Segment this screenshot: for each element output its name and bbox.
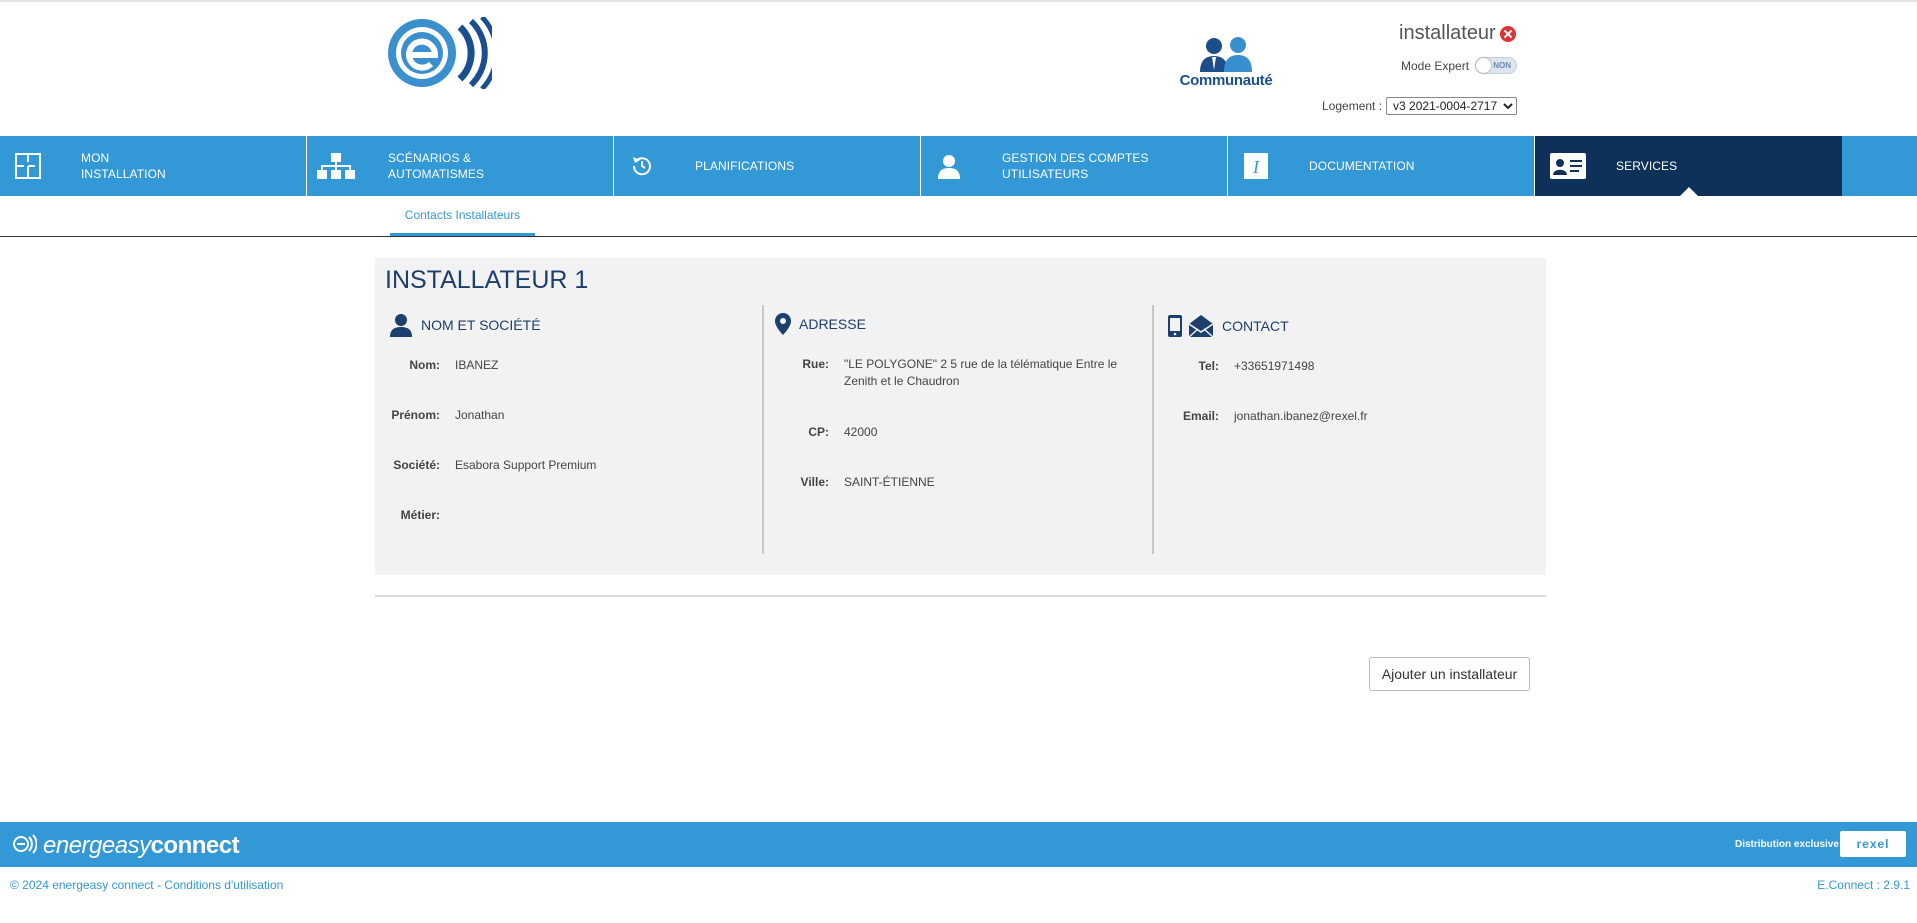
contact-section: CONTACT Tel: +33651971498 Email: jonatha…: [1154, 305, 1546, 554]
version-label: E.Connect : 2.9.1: [1817, 878, 1910, 892]
nom-value: IBANEZ: [455, 358, 499, 372]
history-icon: [628, 152, 656, 180]
rue-label: Rue:: [802, 357, 829, 371]
metier-label: Métier:: [400, 508, 440, 522]
field-ville: Ville: SAINT-ÉTIENNE: [764, 474, 935, 491]
ville-label: Ville:: [800, 475, 829, 489]
nav-label: DOCUMENTATION: [1309, 159, 1415, 173]
rue-value: "LE POLYGONE" 2 5 rue de la télématique …: [844, 357, 1118, 388]
field-metier: Métier:: [389, 507, 455, 524]
prenom-value: Jonathan: [455, 408, 505, 422]
field-cp: CP: 42000: [764, 424, 877, 441]
copyright-link[interactable]: © 2024 energeasy connect - Conditions d'…: [10, 878, 283, 892]
field-nom: Nom: IBANEZ: [389, 357, 498, 374]
info-icon: i: [1242, 152, 1270, 180]
field-email: Email: jonathan.ibanez@rexel.fr: [1154, 408, 1368, 425]
email-label: Email:: [1182, 409, 1219, 423]
person-icon: [389, 313, 413, 337]
user-block: installateur: [1399, 22, 1516, 45]
installer-card: INSTALLATEUR 1 NOM ET SOCIÉTÉ Nom: IBANE…: [375, 258, 1546, 575]
expert-mode: Mode Expert NON: [1401, 57, 1518, 74]
cp-label: CP:: [808, 425, 829, 439]
societe-value: Esabora Support Premium: [455, 458, 597, 472]
floorplan-icon: [14, 152, 42, 180]
community-link[interactable]: Communauté: [1168, 36, 1284, 94]
tab-contacts-installateurs[interactable]: Contacts Installateurs: [390, 196, 535, 236]
field-societe: Société: Esabora Support Premium: [389, 457, 596, 474]
toggle-knob: [1476, 58, 1492, 73]
brand-mark-icon: [13, 833, 38, 859]
mail-icon: [1188, 315, 1214, 337]
id-card-icon: [1549, 152, 1587, 180]
prenom-label: Prénom:: [391, 408, 440, 422]
logement-selector: Logement : v3 2021-0004-2717: [1322, 97, 1518, 115]
email-value[interactable]: jonathan.ibanez@rexel.fr: [1234, 408, 1368, 425]
field-prenom: Prénom: Jonathan: [389, 407, 504, 424]
nav-scenarios[interactable]: SCÉNARIOS & AUTOMATISMES: [307, 136, 614, 196]
identity-section: NOM ET SOCIÉTÉ Nom: IBANEZ Prénom: Jonat…: [375, 305, 764, 554]
phone-icon: [1168, 315, 1182, 337]
nav-planifications[interactable]: PLANIFICATIONS: [614, 136, 921, 196]
svg-text:i: i: [1252, 157, 1260, 177]
address-section: ADRESSE Rue: "LE POLYGONE" 2 5 rue de la…: [764, 305, 1154, 554]
subtab-bar: Contacts Installateurs: [0, 196, 1917, 237]
ville-value: SAINT-ÉTIENNE: [844, 475, 935, 489]
nav-label: SERVICES: [1616, 159, 1678, 173]
nom-label: Nom:: [409, 358, 440, 372]
rexel-logo: rexel: [1840, 831, 1906, 857]
energeasy-connect-logo: energeasy connect: [13, 832, 240, 860]
nav-mon-installation[interactable]: MON INSTALLATION: [0, 136, 307, 196]
identity-heading-label: NOM ET SOCIÉTÉ: [421, 317, 541, 333]
main-nav: MON INSTALLATION SCÉNARIOS & AUTOMATISME…: [0, 136, 1917, 196]
nav-documentation[interactable]: i DOCUMENTATION: [1228, 136, 1535, 196]
logement-select[interactable]: v3 2021-0004-2717: [1386, 97, 1518, 115]
divider: [375, 595, 1546, 597]
community-label: Communauté: [1179, 72, 1273, 89]
field-tel: Tel: +33651971498: [1154, 358, 1315, 375]
brand-bold: connect: [150, 832, 240, 859]
logout-icon[interactable]: [1499, 25, 1516, 42]
top-border: [0, 0, 1917, 2]
field-rue: Rue: "LE POLYGONE" 2 5 rue de la télémat…: [764, 356, 1144, 390]
expert-mode-toggle[interactable]: NON: [1475, 57, 1518, 74]
address-heading-label: ADRESSE: [799, 316, 866, 332]
societe-label: Société:: [393, 458, 440, 472]
nav-label: SCÉNARIOS & AUTOMATISMES: [388, 151, 485, 181]
footer-bar: energeasy connect Distribution exclusive…: [0, 822, 1917, 867]
expert-mode-label: Mode Expert: [1401, 58, 1470, 73]
add-installer-button[interactable]: Ajouter un installateur: [1369, 657, 1530, 691]
toggle-state: NON: [1493, 61, 1512, 70]
installer-title: INSTALLATEUR 1: [385, 266, 589, 294]
contact-heading: CONTACT: [1168, 315, 1289, 337]
logement-label: Logement :: [1322, 99, 1383, 113]
map-pin-icon: [775, 313, 791, 335]
address-heading: ADRESSE: [775, 313, 866, 335]
distribution-label: Distribution exclusive: [1735, 839, 1839, 850]
nav-label: GESTION DES COMPTES UTILISATEURS: [1002, 151, 1149, 181]
contact-heading-label: CONTACT: [1222, 318, 1289, 334]
community-icon: [1200, 37, 1252, 72]
brand-light: energeasy: [43, 832, 151, 859]
user-name: installateur: [1399, 22, 1496, 44]
hierarchy-icon: [315, 152, 357, 180]
nav-label: PLANIFICATIONS: [695, 159, 795, 173]
user-icon: [935, 152, 963, 180]
tel-value[interactable]: +33651971498: [1234, 358, 1314, 375]
nav-services[interactable]: SERVICES: [1535, 136, 1842, 196]
nav-label: MON INSTALLATION: [81, 151, 166, 181]
identity-heading: NOM ET SOCIÉTÉ: [389, 313, 541, 337]
cp-value: 42000: [844, 425, 878, 439]
nav-gestion-comptes[interactable]: GESTION DES COMPTES UTILISATEURS: [921, 136, 1228, 196]
energeasy-logo[interactable]: [388, 15, 499, 91]
tel-label: Tel:: [1198, 359, 1219, 373]
